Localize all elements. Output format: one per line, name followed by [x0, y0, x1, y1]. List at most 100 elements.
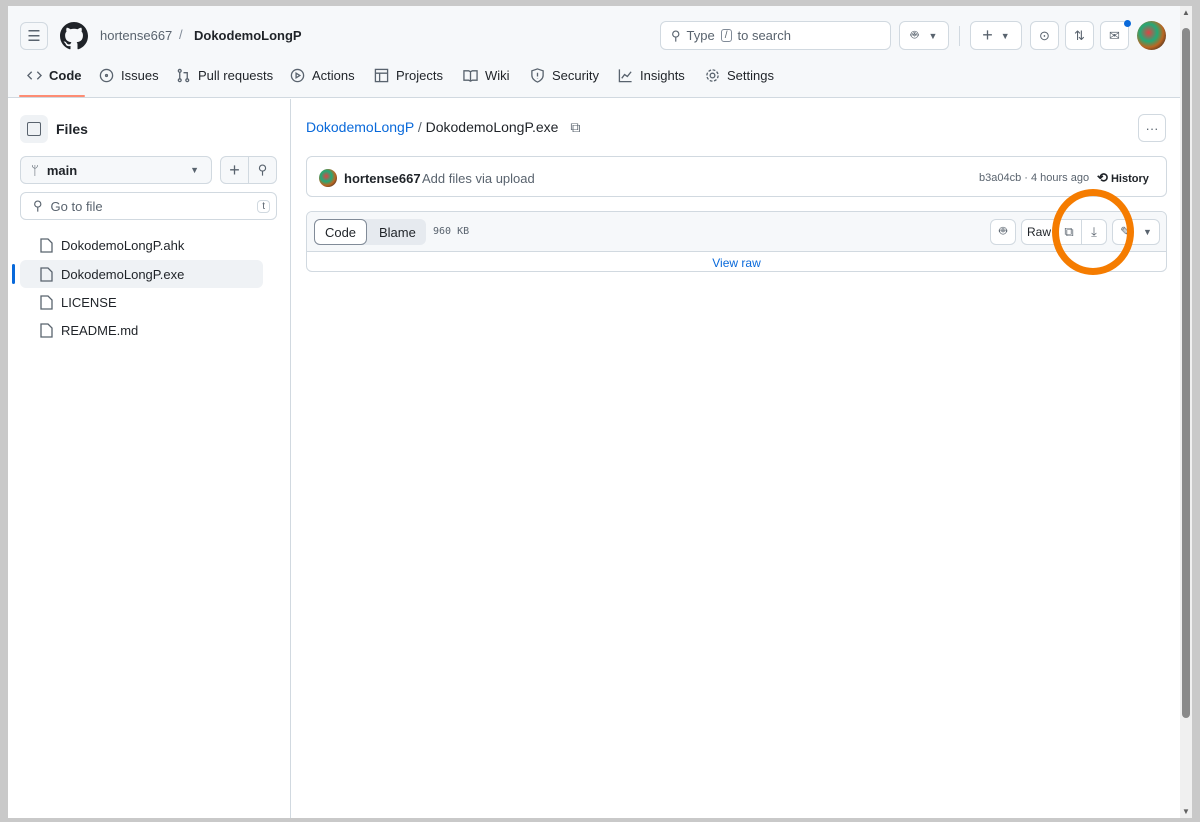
avatar[interactable]	[1137, 21, 1166, 50]
code-view-button[interactable]: Code	[314, 219, 367, 245]
active-tab-indicator	[19, 95, 85, 97]
shield-icon	[531, 68, 544, 83]
inbox-icon: ✉	[1109, 27, 1120, 43]
repo-link[interactable]: DokodemoLongP	[194, 28, 302, 43]
plus-icon: +	[229, 159, 240, 180]
pull-request-icon: ⇅	[1074, 27, 1085, 43]
breadcrumb: DokodemoLongP / DokodemoLongP.exe ⧉	[306, 119, 580, 136]
tab-label: Projects	[396, 68, 443, 83]
file-tree-item[interactable]: LICENSE	[20, 288, 263, 316]
search-icon: ⚲	[257, 162, 268, 177]
scroll-down-arrow-icon[interactable]: ▼	[1182, 807, 1190, 816]
highlight-circle-annotation	[1052, 189, 1134, 275]
tab-code[interactable]: Code	[27, 68, 82, 83]
copy-path-icon[interactable]: ⧉	[570, 119, 580, 135]
file-icon	[40, 237, 53, 253]
commit-author[interactable]: hortense667	[344, 171, 421, 186]
commit-meta[interactable]: b3a04cb · 4 hours ago	[979, 172, 1089, 184]
issue-icon: ⊙	[1039, 27, 1050, 43]
blame-view-button[interactable]: Blame	[379, 225, 416, 240]
gear-icon	[706, 69, 719, 82]
tab-issues[interactable]: Issues	[99, 68, 159, 83]
history-label: History	[1110, 173, 1149, 185]
tab-label: Actions	[312, 68, 355, 83]
file-tree-item-selected[interactable]: DokodemoLongP.exe	[20, 260, 263, 288]
file-name: LICENSE	[61, 294, 117, 310]
tab-actions[interactable]: Actions	[290, 68, 355, 83]
file-tree-sidebar: Files ᛘ main ▼ + ⚲ ⚲ Go to file t DokodemoLo…	[8, 99, 291, 818]
file-name: DokodemoLongP.ahk	[61, 237, 185, 253]
search-files-button[interactable]: ⚲	[248, 156, 277, 184]
path-separator: /	[179, 27, 183, 42]
view-raw-link[interactable]: View raw	[307, 256, 1166, 270]
tab-projects[interactable]: Projects	[374, 68, 443, 83]
issues-button[interactable]: ⊙	[1030, 21, 1059, 50]
tab-label: Code	[49, 68, 82, 83]
tab-label: Wiki	[485, 68, 510, 83]
latest-commit-box: hortense667 Add files via upload b3a04cb…	[306, 156, 1167, 197]
tab-label: Settings	[727, 68, 774, 83]
go-to-file-placeholder: Go to file	[50, 198, 103, 214]
history-icon: ⟲	[1097, 170, 1108, 185]
file-name: DokodemoLongP.exe	[61, 266, 185, 282]
copilot-ask-button[interactable]: 🤖︎	[990, 219, 1016, 245]
copilot-icon: 🤖︎	[910, 26, 919, 42]
scrollbar[interactable]: ▲ ▼	[1180, 6, 1192, 818]
file-icon	[40, 266, 53, 282]
tab-insights[interactable]: Insights	[618, 68, 685, 83]
tab-wiki[interactable]: Wiki	[463, 68, 510, 83]
divider	[959, 26, 960, 46]
breadcrumb-file: DokodemoLongP.exe	[425, 119, 559, 135]
file-icon	[40, 322, 53, 338]
plus-icon: +	[982, 25, 993, 45]
search-shortcut-key: /	[720, 29, 732, 42]
menu-button[interactable]: ☰	[20, 22, 48, 50]
create-new-button[interactable]: + ▼	[970, 21, 1022, 50]
notification-dot	[1124, 20, 1131, 27]
file-tree-item[interactable]: README.md	[20, 316, 263, 344]
commit-author-avatar	[319, 169, 337, 187]
file-view-box: Code Blame 960 KB 🤖︎ Raw ⧉ ⤓ ✎ ▼ View raw	[306, 211, 1167, 272]
code-view-label: Code	[324, 224, 357, 240]
chevron-down-icon: ▼	[190, 165, 199, 175]
tab-security[interactable]: Security	[530, 68, 599, 83]
github-logo-icon[interactable]	[60, 22, 88, 50]
go-to-file-input[interactable]: ⚲ Go to file t	[20, 192, 277, 220]
more-options-button[interactable]: ···	[1138, 114, 1166, 142]
pull-requests-button[interactable]: ⇅	[1065, 21, 1094, 50]
copilot-button[interactable]: 🤖︎ ▼	[899, 21, 949, 50]
table-icon	[374, 68, 389, 83]
breadcrumb-repo-link[interactable]: DokodemoLongP	[306, 119, 414, 135]
tab-pull-requests[interactable]: Pull requests	[176, 68, 273, 83]
book-icon	[463, 70, 478, 82]
search-icon: ⚲	[33, 198, 43, 213]
hamburger-icon: ☰	[27, 28, 41, 45]
scroll-up-arrow-icon[interactable]: ▲	[1182, 8, 1190, 17]
tab-label: Issues	[121, 68, 159, 83]
chevron-down-icon: ▼	[928, 30, 938, 41]
chevron-down-icon: ▼	[1142, 227, 1152, 237]
file-icon	[40, 294, 53, 310]
branch-name: main	[46, 162, 78, 178]
branch-icon: ᛘ	[31, 162, 39, 178]
owner-link[interactable]: hortense667	[100, 28, 172, 43]
file-tree-item[interactable]: DokodemoLongP.ahk	[20, 231, 263, 259]
scrollbar-thumb[interactable]	[1182, 28, 1190, 718]
search-placeholder: Type	[686, 28, 715, 43]
search-input[interactable]: ⚲ Type / to search	[660, 21, 891, 50]
history-button[interactable]: ⟲ History	[1097, 170, 1149, 186]
sidebar-title: Files	[56, 121, 88, 137]
file-name: README.md	[61, 322, 139, 338]
tab-label: Pull requests	[198, 68, 274, 83]
add-file-button[interactable]: +	[220, 156, 249, 184]
breadcrumb-separator: /	[417, 119, 422, 135]
collapse-sidebar-button[interactable]	[20, 115, 48, 143]
commit-message[interactable]: Add files via upload	[422, 171, 535, 186]
branch-selector[interactable]: ᛘ main ▼	[20, 156, 212, 184]
chevron-down-icon: ▼	[1000, 30, 1010, 41]
selected-indicator	[12, 264, 15, 284]
tab-settings[interactable]: Settings	[705, 68, 774, 83]
tab-label: Security	[552, 68, 599, 83]
browser-window: ☰ hortense667 / DokodemoLongP ⚲ Type / t…	[8, 6, 1192, 818]
raw-label: Raw	[1026, 225, 1051, 239]
